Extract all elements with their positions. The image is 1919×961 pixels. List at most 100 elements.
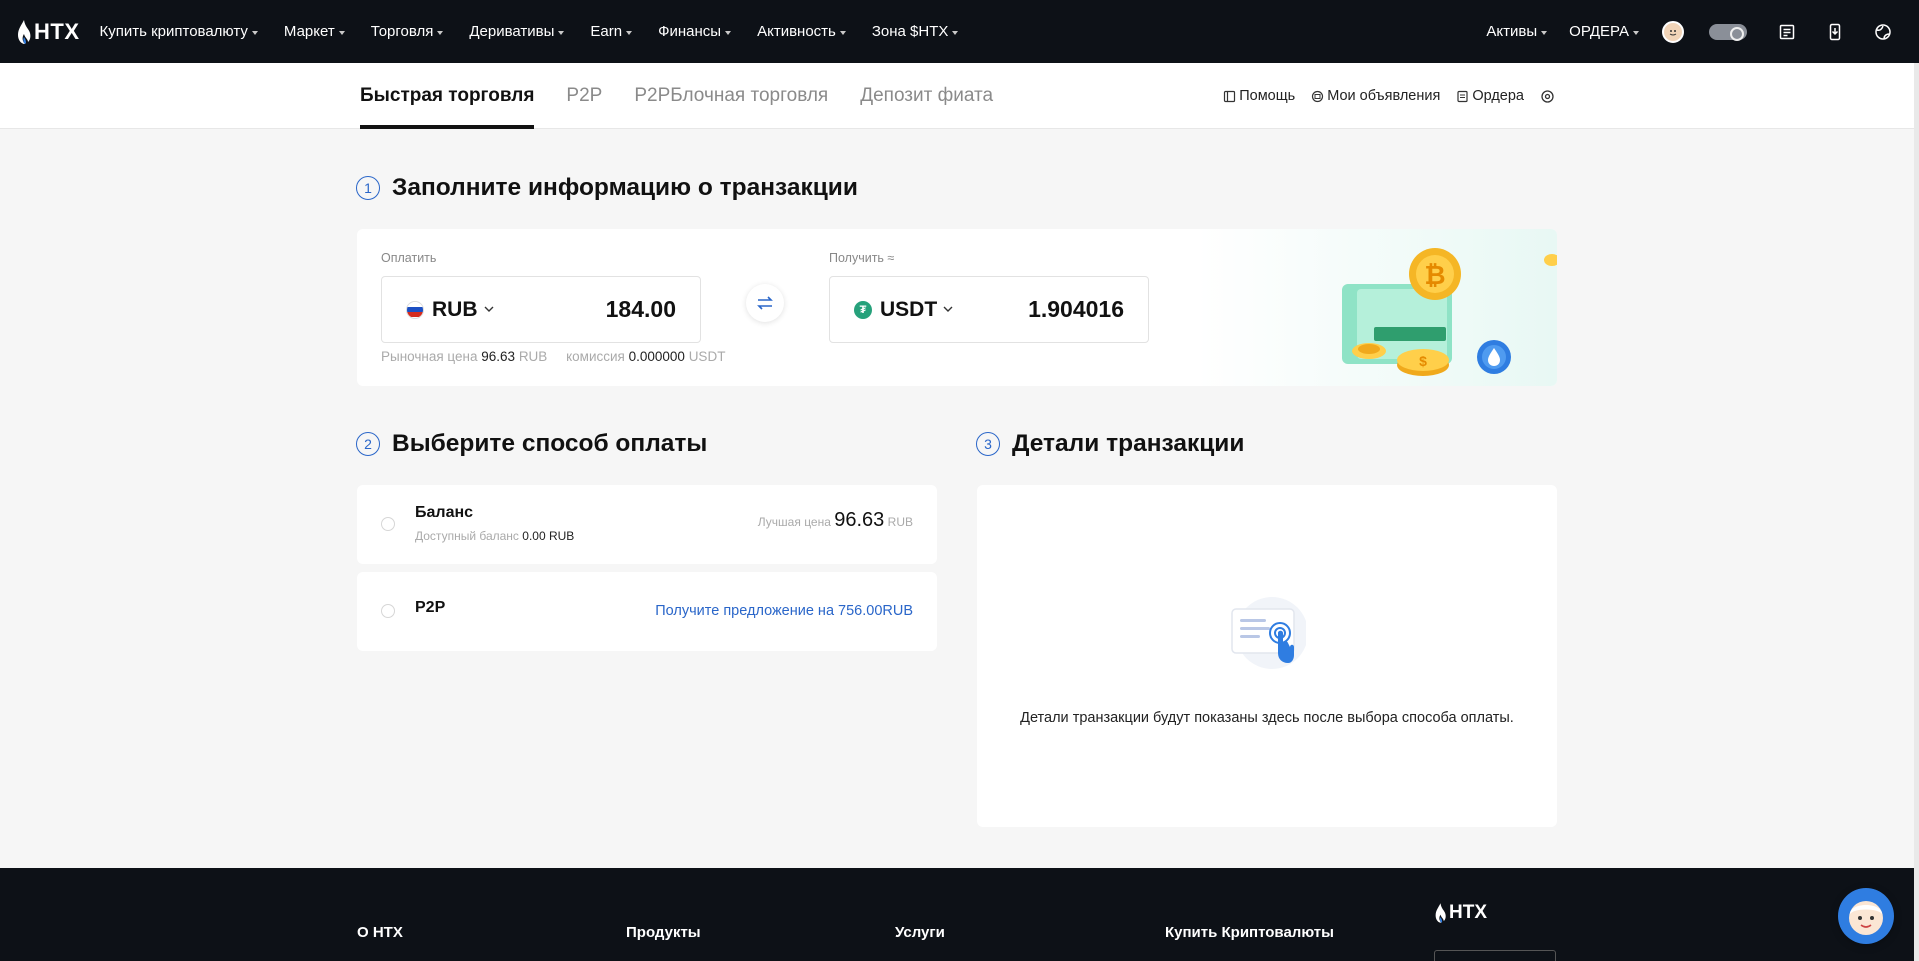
best-price-unit: RUB xyxy=(887,515,913,529)
caret-down-icon xyxy=(338,30,345,35)
nav-htx-zone[interactable]: Зона $HTX xyxy=(872,23,959,40)
language-button[interactable] xyxy=(1871,20,1895,44)
receive-label: Получить ≈ xyxy=(829,251,895,265)
nav-orders[interactable]: ОРДЕРА xyxy=(1569,23,1639,40)
fee-value: 0.000000 xyxy=(628,349,685,364)
nav-label: Финансы xyxy=(658,23,722,40)
orders-link[interactable]: Ордера xyxy=(1456,88,1524,104)
step-number: 3 xyxy=(976,432,1000,456)
messages-button[interactable] xyxy=(1775,20,1799,44)
nav-label: Earn xyxy=(590,23,623,40)
support-chat-button[interactable] xyxy=(1838,888,1894,944)
footer-buy-crypto: Купить Криптовалюты xyxy=(1165,924,1334,941)
ads-icon xyxy=(1312,90,1324,102)
market-price-label: Рыночная цена xyxy=(381,349,478,364)
top-navigation: HTX Купить криптовалюту Маркет Торговля … xyxy=(0,0,1919,63)
my-ads-label: Мои объявления xyxy=(1327,88,1441,104)
available-balance: Доступный баланс 0.00 RUB xyxy=(415,529,574,543)
footer-about: О HTX xyxy=(357,924,403,941)
settings-button[interactable] xyxy=(1540,89,1558,104)
pay-field[interactable]: RUB 184.00 xyxy=(381,276,701,343)
footer-services: Услуги xyxy=(895,924,945,941)
footer-language-select[interactable] xyxy=(1434,950,1556,961)
receive-currency: USDT xyxy=(880,297,938,321)
nav-right-group: Активы ОРДЕРА xyxy=(1486,0,1919,63)
market-price-unit: RUB xyxy=(518,349,548,364)
help-label: Помощь xyxy=(1239,88,1296,104)
page-scrollbar[interactable] xyxy=(1914,63,1919,961)
caret-down-icon xyxy=(558,30,565,35)
swap-button[interactable] xyxy=(746,284,784,322)
pay-currency-select[interactable]: RUB xyxy=(406,298,494,322)
avatar-face-icon xyxy=(1669,29,1677,35)
nav-label: ОРДЕРА xyxy=(1569,23,1629,40)
nav-buy-crypto[interactable]: Купить криптовалюту xyxy=(100,23,258,40)
download-app-button[interactable] xyxy=(1823,20,1847,44)
footer-logo-text: HTX xyxy=(1449,902,1487,923)
p2p-radio[interactable] xyxy=(381,604,395,618)
nav-trading[interactable]: Торговля xyxy=(371,23,444,40)
my-ads-link[interactable]: Мои объявления xyxy=(1311,88,1440,104)
caret-down-icon xyxy=(1633,30,1639,35)
receive-currency-select[interactable]: ₮ USDT xyxy=(854,298,953,322)
transaction-details-panel: Детали транзакции будут показаны здесь п… xyxy=(977,485,1557,827)
nav-label: Зона $HTX xyxy=(871,23,949,40)
pay-amount-input[interactable]: 184.00 xyxy=(606,296,676,323)
nav-label: Торговля xyxy=(370,23,434,40)
tab-fiat-deposit[interactable]: Депозит фиата xyxy=(860,63,993,129)
market-price-value: 96.63 xyxy=(481,349,516,364)
nav-derivatives[interactable]: Деривативы xyxy=(469,23,565,40)
book-icon xyxy=(1224,90,1236,102)
user-avatar-button[interactable] xyxy=(1661,20,1685,44)
option-title: P2P xyxy=(415,599,446,616)
nav-label: Активы xyxy=(1486,23,1538,40)
nav-activity[interactable]: Активность xyxy=(757,23,846,40)
caret-down-icon xyxy=(437,30,444,35)
tap-document-icon xyxy=(1231,597,1306,669)
step3-heading: 3 Детали транзакции xyxy=(976,430,1244,458)
footer-logo[interactable]: HTX xyxy=(1434,902,1487,924)
nav-assets[interactable]: Активы xyxy=(1486,23,1548,40)
support-avatar-icon xyxy=(1849,901,1883,935)
pay-currency: RUB xyxy=(432,297,478,321)
details-empty-text: Детали транзакции будут показаны здесь п… xyxy=(1020,710,1514,726)
fee-label: комиссия xyxy=(566,349,625,364)
flame-icon xyxy=(1435,903,1446,923)
payment-option-p2p[interactable]: P2P Получите предложение на 756.00RUB xyxy=(357,572,937,651)
sub-links: Помощь Мои объявления Ордера xyxy=(1207,63,1558,129)
tab-p2p[interactable]: P2P xyxy=(566,63,602,129)
nav-earn[interactable]: Earn xyxy=(590,23,633,40)
payment-option-balance[interactable]: Баланс Доступный баланс 0.00 RUB Лучшая … xyxy=(357,485,937,564)
phone-download-icon xyxy=(1829,23,1841,40)
nav-market[interactable]: Маркет xyxy=(284,23,345,40)
tab-quick-trade[interactable]: Быстрая торговля xyxy=(360,63,535,129)
theme-toggle[interactable] xyxy=(1709,23,1747,41)
svg-text:₿: ₿ xyxy=(1424,260,1445,290)
best-price: Лучшая цена 96.63 RUB xyxy=(758,509,913,532)
nav-label: Маркет xyxy=(283,23,335,40)
htx-logo[interactable]: HTX xyxy=(16,0,80,63)
receive-field[interactable]: ₮ USDT 1.904016 xyxy=(829,276,1149,343)
available-balance-value: 0.00 RUB xyxy=(522,529,575,543)
best-price-label: Лучшая цена xyxy=(757,515,831,529)
balance-radio[interactable] xyxy=(381,517,395,531)
nav-finance[interactable]: Финансы xyxy=(658,23,732,40)
document-list-icon xyxy=(1779,24,1795,39)
fee-unit: USDT xyxy=(688,349,726,364)
step1-heading: 1 Заполните информацию о транзакции xyxy=(356,174,858,202)
help-link[interactable]: Помощь xyxy=(1223,88,1295,104)
transaction-card: Оплатить RUB 184.00 Получить ≈ ₮ USDT 1.… xyxy=(357,229,1557,386)
globe-icon xyxy=(1875,23,1891,40)
caret-down-icon xyxy=(725,30,732,35)
step1-title: Заполните информацию о транзакции xyxy=(392,174,858,201)
p2p-offer-link[interactable]: Получите предложение на 756.00RUB xyxy=(655,603,913,619)
caret-down-icon xyxy=(251,30,258,35)
rate-line: Рыночная цена 96.63 RUB комиссия 0.00000… xyxy=(381,349,725,364)
gear-icon xyxy=(1541,89,1554,103)
available-balance-label: Доступный баланс xyxy=(415,529,519,543)
sub-navigation: Быстрая торговля P2P P2PБлочная торговля… xyxy=(0,63,1914,129)
tab-p2p-block[interactable]: P2PБлочная торговля xyxy=(634,63,828,129)
avatar xyxy=(1662,20,1684,43)
trade-tabs: Быстрая торговля P2P P2PБлочная торговля… xyxy=(360,63,1025,129)
step2-heading: 2 Выберите способ оплаты xyxy=(356,430,707,458)
